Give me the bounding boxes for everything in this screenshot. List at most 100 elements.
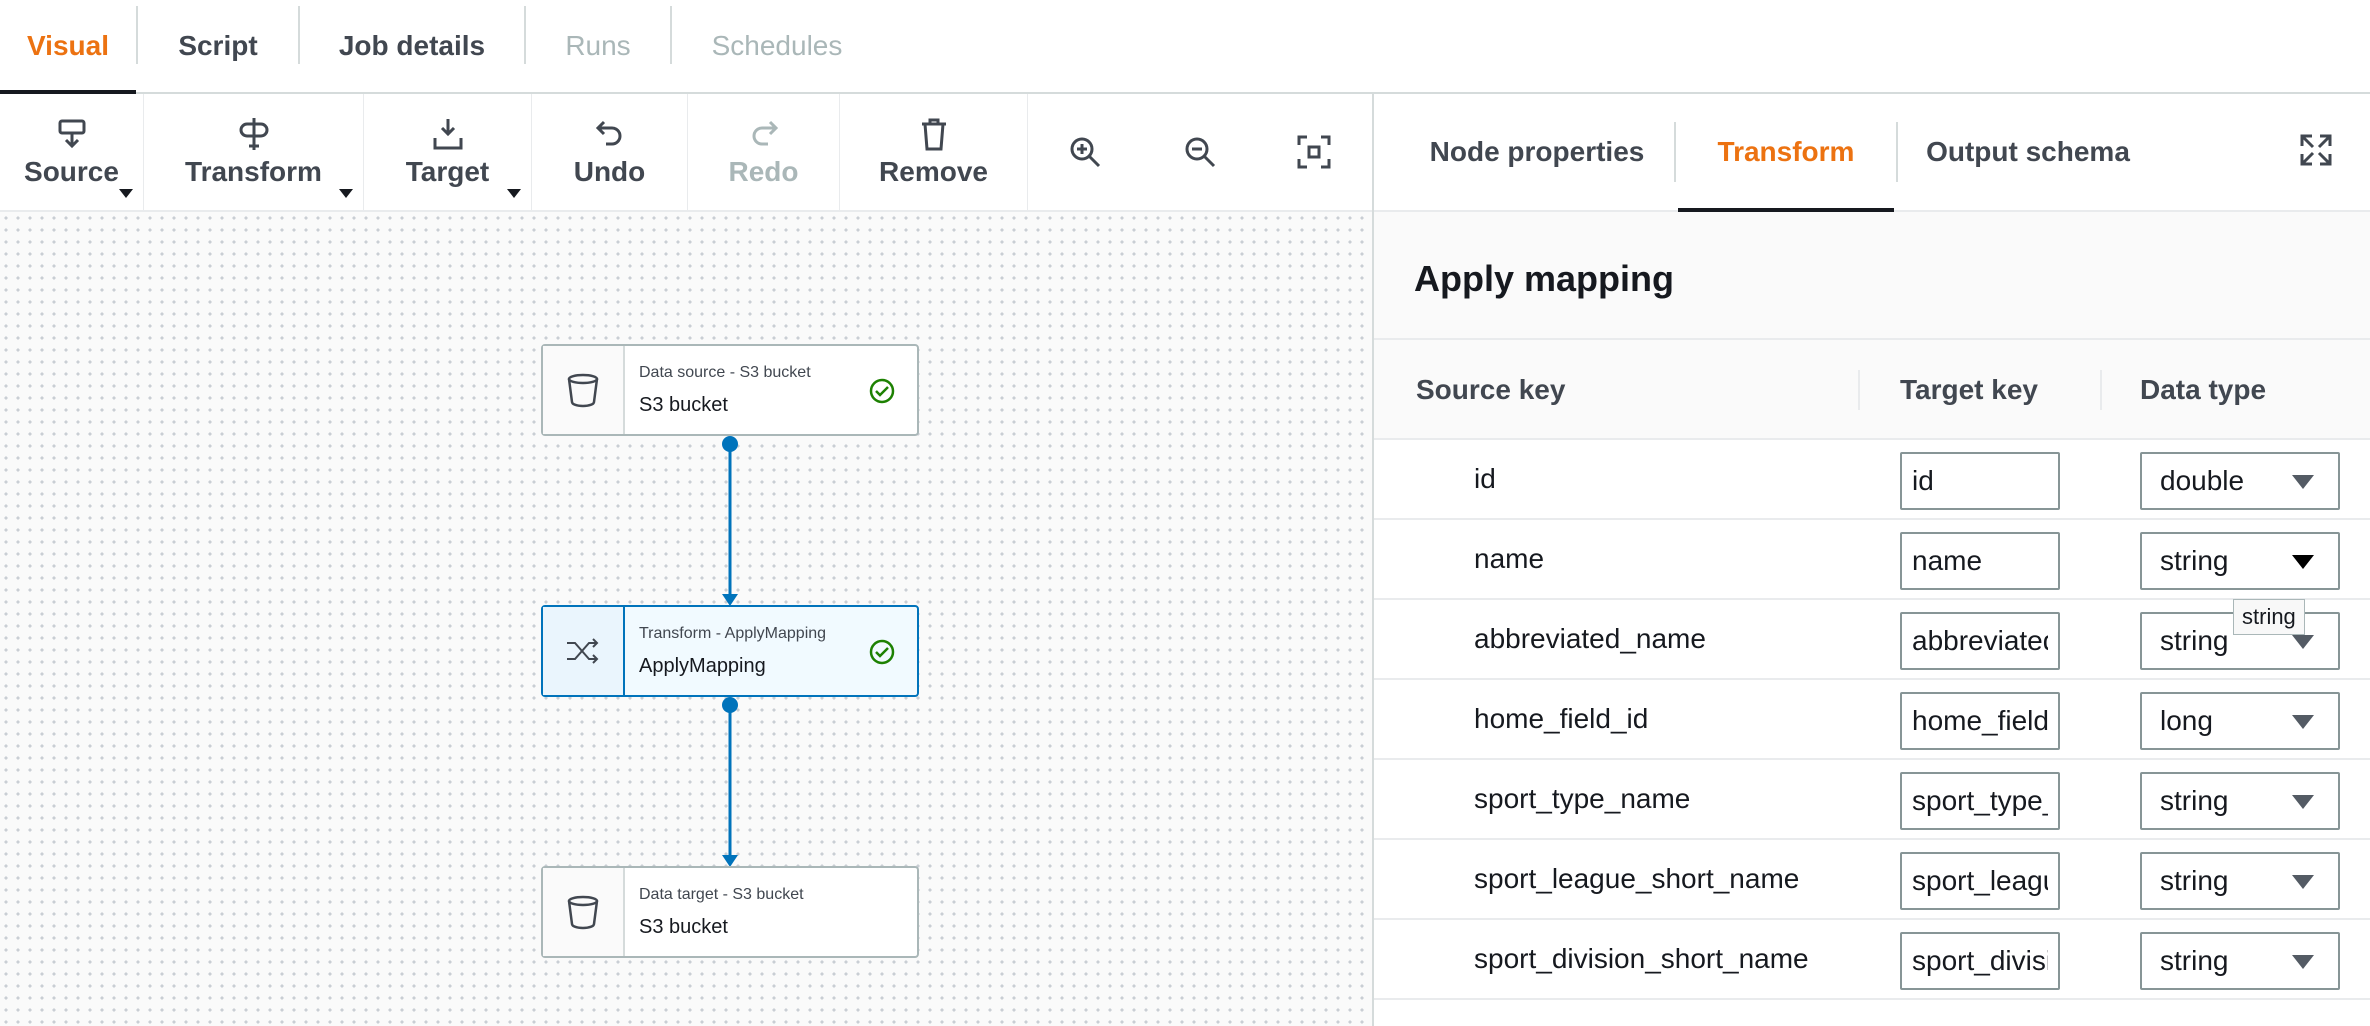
bucket-icon <box>567 373 599 408</box>
mapping-table-header: Source key Target key Data type <box>1374 340 2370 440</box>
undo-button[interactable]: Undo <box>532 94 688 210</box>
target-key-input[interactable] <box>1900 532 2060 590</box>
redo-icon <box>752 120 778 146</box>
target-key-input[interactable] <box>1900 932 2060 990</box>
node-subtitle: Data target - S3 bucket <box>639 886 804 903</box>
node-icon-box <box>543 346 625 434</box>
data-type-value: string <box>2160 865 2229 896</box>
source-key-cell: sport_division_short_name <box>1474 943 1809 974</box>
data-type-select[interactable]: string <box>2140 532 2340 590</box>
table-row: sport_type_name string <box>1374 760 2370 840</box>
bucket-icon <box>567 895 599 930</box>
connector-handle[interactable] <box>722 697 738 713</box>
column-header-data-type: Data type <box>2140 374 2267 405</box>
check-circle-icon <box>869 378 895 404</box>
column-header-source-key: Source key <box>1416 374 1566 405</box>
data-type-select[interactable]: string <box>2140 772 2340 830</box>
data-type-value: string <box>2160 545 2229 576</box>
table-row: id double <box>1374 440 2370 520</box>
tab-divider <box>1674 122 1676 182</box>
shuffle-icon <box>567 638 599 664</box>
node-title: S3 bucket <box>639 916 728 938</box>
target-key-input[interactable] <box>1900 452 2060 510</box>
connector-handle[interactable] <box>722 436 738 452</box>
tooltip: string <box>2233 599 2305 635</box>
target-key-input[interactable] <box>1900 772 2060 830</box>
data-type-select[interactable]: long <box>2140 692 2340 750</box>
zoom-out-icon <box>1185 137 1216 168</box>
tab-transform[interactable]: Transform <box>1678 94 1894 212</box>
tab-visual[interactable]: Visual <box>0 0 136 94</box>
tab-node-properties[interactable]: Node properties <box>1392 94 1682 210</box>
table-row: sport_league_short_name string <box>1374 840 2370 920</box>
tab-script[interactable]: Script <box>138 0 298 92</box>
column-divider <box>2100 370 2102 410</box>
source-key-cell: sport_type_name <box>1474 783 1691 814</box>
source-icon <box>58 119 85 149</box>
target-button[interactable]: Target <box>364 94 532 210</box>
caret-down-icon <box>2292 795 2314 809</box>
fit-to-screen-button[interactable] <box>1284 94 1344 210</box>
chevron-down-icon <box>119 189 133 198</box>
undo-label: Undo <box>573 156 646 187</box>
node-data-source[interactable]: Data source - S3 bucket S3 bucket <box>541 344 919 436</box>
remove-button[interactable]: Remove <box>840 94 1028 210</box>
node-transform-applymapping[interactable]: Transform - ApplyMapping ApplyMapping <box>541 605 919 697</box>
caret-down-icon <box>2292 875 2314 889</box>
table-row: name string <box>1374 520 2370 600</box>
mapping-table-body: id double name string abbreviated_name s… <box>1374 440 2370 1000</box>
undo-icon <box>595 120 621 146</box>
data-type-value: double <box>2160 465 2245 496</box>
source-key-cell: name <box>1474 543 1545 574</box>
editor-toolbar: Source Transform Target Undo Redo Remove <box>0 94 1372 212</box>
target-key-input[interactable] <box>1900 852 2060 910</box>
trash-icon <box>921 118 946 151</box>
expand-icon[interactable] <box>2298 132 2334 168</box>
target-key-input[interactable] <box>1900 692 2060 750</box>
data-type-select[interactable]: double <box>2140 452 2340 510</box>
caret-down-icon <box>2292 955 2314 969</box>
tab-divider <box>1896 122 1898 182</box>
data-type-select[interactable]: string <box>2140 932 2340 990</box>
tab-schedules[interactable]: Schedules <box>672 0 882 92</box>
chevron-down-icon <box>339 189 353 198</box>
table-row: sport_division_short_name string <box>1374 920 2370 1000</box>
panel-tab-bar: Node properties Transform Output schema <box>1374 94 2370 212</box>
target-key-input[interactable] <box>1900 612 2060 670</box>
target-icon <box>433 119 462 150</box>
tab-output-schema[interactable]: Output schema <box>1900 94 2156 210</box>
data-type-value: string <box>2160 785 2229 816</box>
zoom-in-button[interactable] <box>1055 94 1115 210</box>
transform-label: Transform <box>185 156 322 187</box>
column-divider <box>1858 370 1860 410</box>
zoom-out-button[interactable] <box>1170 94 1230 210</box>
target-label: Target <box>405 156 490 187</box>
zoom-in-icon <box>1070 137 1101 168</box>
source-button[interactable]: Source <box>0 94 144 210</box>
caret-down-icon <box>2292 475 2314 489</box>
caret-down-icon <box>2292 715 2314 729</box>
data-type-value: string <box>2160 945 2229 976</box>
caret-down-icon <box>2292 635 2314 649</box>
table-row: abbreviated_name string <box>1374 600 2370 680</box>
tab-runs[interactable]: Runs <box>526 0 670 92</box>
properties-panel: Node properties Transform Output schema … <box>1374 94 2370 1026</box>
top-tab-bar: Visual Script Job details Runs Schedules <box>0 0 2370 94</box>
redo-button[interactable]: Redo <box>688 94 840 210</box>
fit-to-screen-icon <box>1297 135 1331 169</box>
node-data-target[interactable]: Data target - S3 bucket S3 bucket <box>541 866 919 958</box>
transform-button[interactable]: Transform <box>144 94 364 210</box>
node-icon-box <box>543 607 625 695</box>
data-type-value: string <box>2160 625 2229 656</box>
graph-canvas[interactable]: Data source - S3 bucket S3 bucket Transf… <box>0 212 1372 1026</box>
tab-job-details[interactable]: Job details <box>300 0 524 92</box>
remove-label: Remove <box>879 156 988 187</box>
section-title: Apply mapping <box>1414 258 1674 299</box>
source-key-cell: abbreviated_name <box>1474 623 1706 654</box>
source-label: Source <box>24 156 119 187</box>
caret-down-icon <box>2292 555 2314 569</box>
transform-icon <box>239 118 268 150</box>
check-circle-icon <box>869 639 895 665</box>
data-type-value: long <box>2160 705 2213 736</box>
data-type-select[interactable]: string <box>2140 852 2340 910</box>
